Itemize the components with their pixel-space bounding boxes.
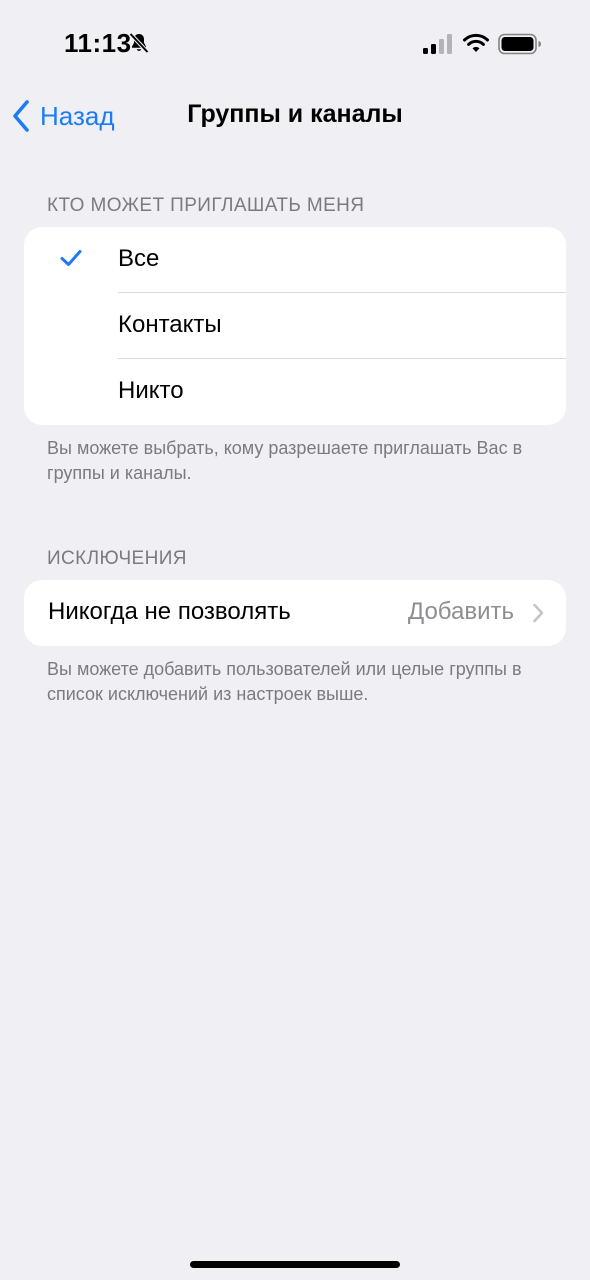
signal-icon <box>423 34 452 54</box>
option-label: Контакты <box>118 311 222 338</box>
option-label: Все <box>118 245 160 272</box>
option-everyone[interactable]: Все <box>24 227 566 293</box>
never-allow-label: Никогда не позволять <box>48 598 291 625</box>
status-time: 11:13 <box>64 28 132 58</box>
exceptions-section-header: ИСКЛЮЧЕНИЯ <box>47 548 187 569</box>
option-nobody[interactable]: Никто <box>24 359 566 425</box>
invite-section-footer: Вы можете выбрать, кому разрешаете пригл… <box>47 438 523 483</box>
never-allow-row[interactable]: Никогда не позволять Добавить <box>24 580 566 646</box>
option-label: Никто <box>118 377 184 404</box>
chevron-right-icon <box>533 603 544 623</box>
option-contacts[interactable]: Контакты <box>24 293 566 359</box>
page-title: Группы и каналы <box>187 100 403 128</box>
add-exception-value: Добавить <box>407 598 514 625</box>
checkmark-icon <box>60 250 82 266</box>
status-bar: 11:13 <box>0 0 590 88</box>
home-indicator <box>190 1261 400 1268</box>
exceptions-card: Никогда не позволять Добавить <box>24 580 566 646</box>
invite-section-header: КТО МОЖЕТ ПРИГЛАШАТЬ МЕНЯ <box>47 195 365 216</box>
wifi-icon <box>463 33 489 52</box>
invite-options-card: Все Контакты Никто <box>24 227 566 425</box>
navigation-bar: Назад Группы и каналы <box>0 88 590 144</box>
exceptions-section-footer: Вы можете добавить пользователей или цел… <box>47 659 522 704</box>
bell-slash-icon <box>129 32 149 54</box>
battery-icon <box>498 33 541 55</box>
